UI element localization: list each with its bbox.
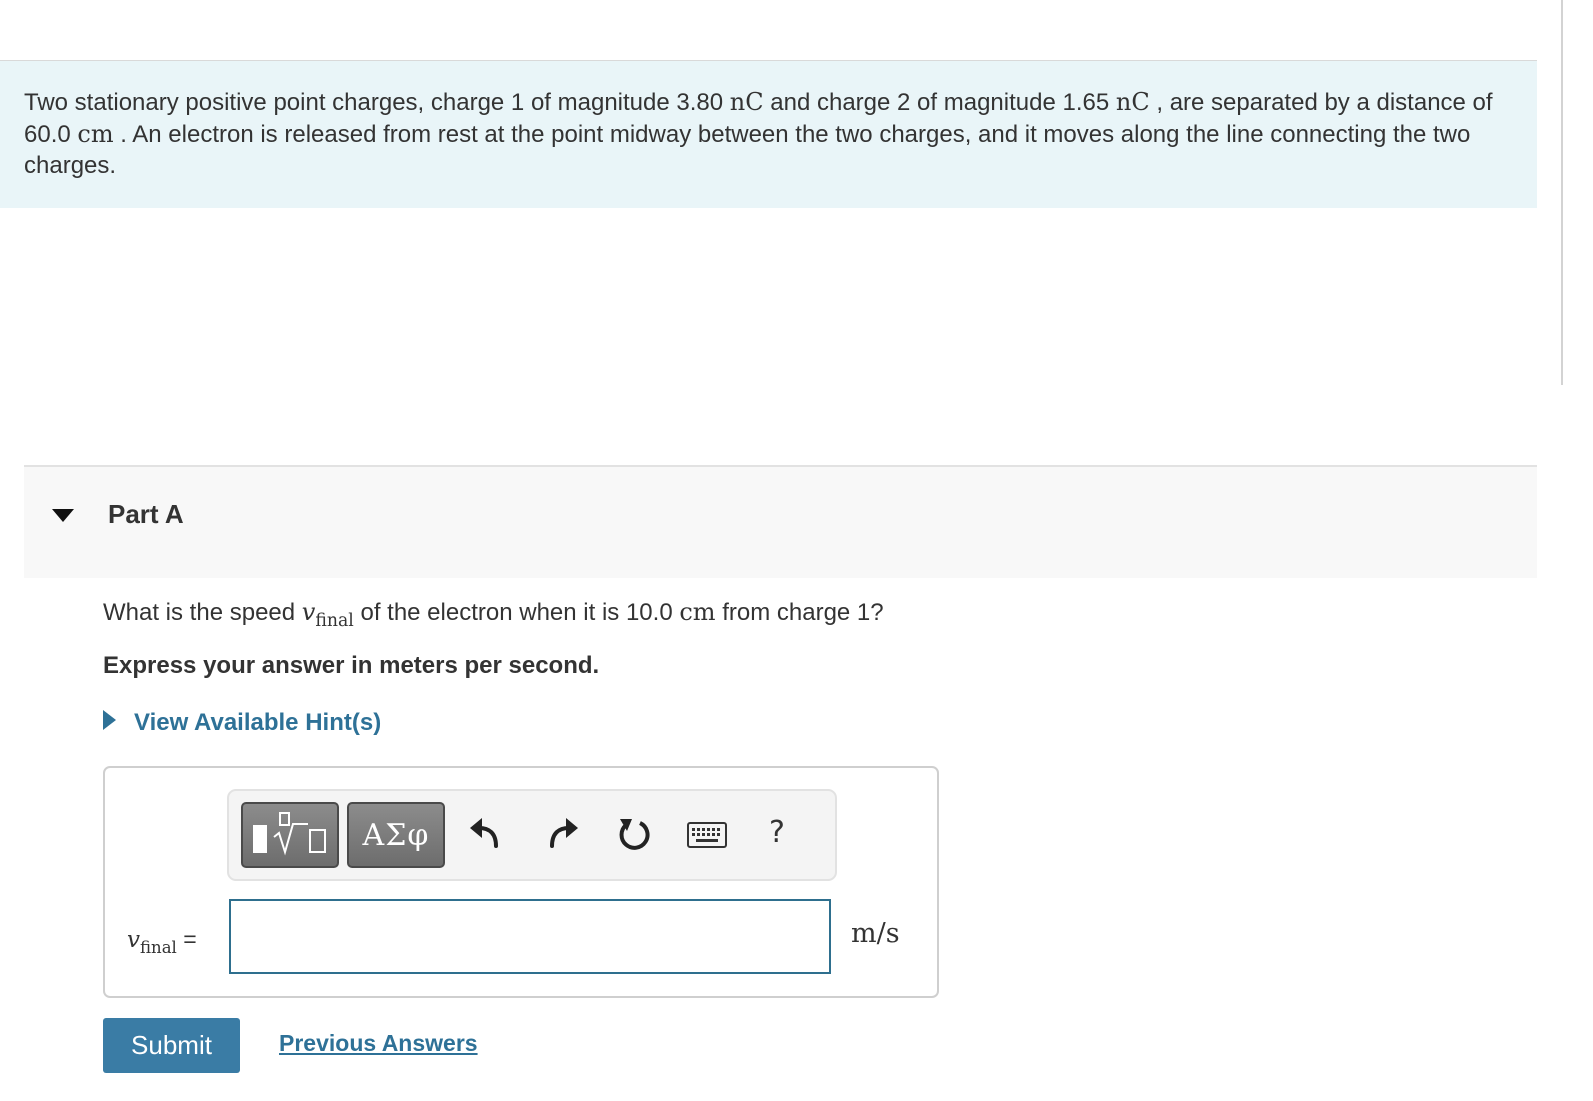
undo-icon[interactable] xyxy=(469,815,501,851)
answer-var-subscript: final xyxy=(140,938,177,957)
intro-text-1: Two stationary positive point charges, c… xyxy=(24,89,677,116)
templates-icon xyxy=(250,810,330,861)
collapse-caret-icon[interactable] xyxy=(52,509,74,528)
equals-sign: = xyxy=(183,926,197,952)
q2-value: 1.65 xyxy=(1062,89,1110,116)
part-a-header[interactable]: Part A xyxy=(24,465,1537,578)
view-hints-link[interactable]: View Available Hint(s) xyxy=(103,709,381,737)
question-text-2: of the electron when it is xyxy=(353,599,626,626)
q2-unit: nC xyxy=(1115,88,1150,116)
submit-button[interactable]: Submit xyxy=(103,1018,240,1073)
distance-value: 60.0 xyxy=(24,120,71,148)
answer-var: v xyxy=(127,927,140,953)
previous-answers-link[interactable]: Previous Answers xyxy=(279,1030,478,1057)
greek-symbols-icon: ΑΣφ xyxy=(362,817,430,853)
view-hints-label[interactable]: View Available Hint(s) xyxy=(134,709,381,737)
answer-variable-label: vfinal = xyxy=(127,926,197,956)
q1-unit: nC xyxy=(729,88,764,116)
question-var: v xyxy=(301,598,316,626)
redo-icon[interactable] xyxy=(547,815,579,851)
answer-unit: m/s xyxy=(851,918,900,949)
math-toolbar: ΑΣφ ? xyxy=(227,789,837,881)
intro-text-4: . An electron is released from rest at t… xyxy=(24,120,1471,180)
templates-button[interactable] xyxy=(241,802,339,868)
question-text-1: What is the speed xyxy=(103,599,302,626)
distance-unit: cm xyxy=(77,119,114,148)
scrollbar[interactable] xyxy=(1561,0,1563,385)
question-text-3: from charge 1? xyxy=(715,599,884,626)
intro-text-2: and charge 2 of magnitude xyxy=(763,89,1063,116)
intro-text-3: , are separated by a distance of xyxy=(1149,89,1493,116)
greek-symbols-button[interactable]: ΑΣφ xyxy=(347,802,445,868)
problem-statement: Two stationary positive point charges, c… xyxy=(0,61,1537,208)
question-var-subscript: final xyxy=(315,611,354,631)
answer-box: ΑΣφ ? vfinal = m/s xyxy=(103,766,939,998)
question-unit: cm xyxy=(679,598,716,626)
answer-input[interactable] xyxy=(229,899,831,974)
answer-instruction: Express your answer in meters per second… xyxy=(103,652,600,679)
caret-right-icon xyxy=(103,709,116,737)
part-title: Part A xyxy=(108,499,184,529)
q1-value: 3.80 xyxy=(676,89,724,116)
help-icon[interactable]: ? xyxy=(769,815,785,850)
question-text: What is the speed vfinal of the electron… xyxy=(103,598,884,630)
question-value: 10.0 xyxy=(625,599,673,626)
reset-icon[interactable] xyxy=(617,815,651,853)
keyboard-icon[interactable] xyxy=(687,822,727,848)
